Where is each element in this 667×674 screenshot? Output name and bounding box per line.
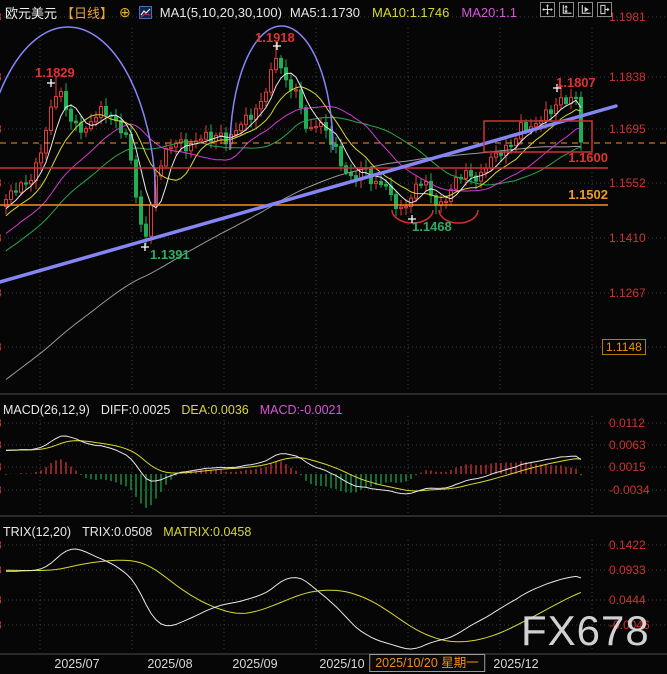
pan-icon[interactable]	[540, 2, 555, 17]
resistance-level-label: 1.1600	[568, 150, 608, 165]
price-label-high-2: 1.1918	[255, 30, 295, 45]
macd-diff-value: DIFF:0.0025	[101, 403, 170, 417]
ma-group-label: MA1(5,10,20,30,100)	[160, 5, 282, 20]
svg-text:8: 8	[0, 593, 2, 607]
x-axis-label: 2025/10	[319, 657, 364, 671]
symbol-title: 欧元美元	[5, 3, 57, 22]
y-axis-label: 0.0015	[609, 460, 646, 474]
price-label-low-1: 1.1391	[150, 247, 190, 262]
ma30-line	[6, 118, 581, 251]
y-axis-label: 0.0933	[609, 563, 646, 577]
macd-legend: MACD(26,12,9) DIFF:0.0025 DEA:0.0036 MAC…	[3, 403, 342, 417]
matrix-line	[6, 560, 581, 642]
svg-text:8: 8	[0, 416, 2, 430]
svg-text:8: 8	[0, 340, 2, 354]
y-axis-label: 0.0444	[609, 593, 646, 607]
svg-text:8: 8	[0, 460, 2, 474]
y-axis-label: 1.1410	[609, 231, 646, 245]
trix-name: TRIX(12,20)	[3, 525, 71, 539]
price-label-high-1: 1.1829	[35, 65, 75, 80]
svg-text:8: 8	[0, 122, 2, 136]
x-axis-label: 2025/09	[232, 657, 277, 671]
cross-marker	[47, 79, 55, 87]
ma20-value: MA20:1.1	[461, 5, 517, 20]
svg-text:8: 8	[0, 176, 2, 190]
price-label-low-2: 1.1468	[412, 219, 452, 234]
trendline	[0, 106, 616, 282]
boxed-axis-label: 1.1148	[602, 339, 646, 355]
chart-toolbar	[540, 2, 612, 17]
axis-scale-icon[interactable]	[559, 2, 574, 17]
x-axis-label: 2025/07	[54, 657, 99, 671]
macd-dea-value: DEA:0.0036	[181, 403, 248, 417]
svg-text:8: 8	[0, 10, 2, 24]
ma10-value: MA10:1.1746	[372, 5, 449, 20]
macd-name: MACD(26,12,9)	[3, 403, 90, 417]
topbar: 欧元美元 【日线】 ⊕ MA1(5,10,20,30,100) MA5:1.17…	[5, 3, 517, 21]
y-axis-label: 1.1838	[609, 70, 646, 84]
goto-latest-icon[interactable]	[578, 2, 593, 17]
trix-legend: TRIX(12,20) TRIX:0.0508 MATRIX:0.0458	[3, 525, 251, 539]
svg-text:8: 8	[0, 618, 2, 632]
macd-layer	[6, 436, 581, 508]
y-axis-label: 0.0063	[609, 438, 646, 452]
watermark: FX678	[521, 607, 650, 655]
trix-layer	[6, 549, 581, 649]
y-axis-label: 1.1552	[609, 176, 646, 190]
svg-text:8: 8	[0, 538, 2, 552]
dea-line	[6, 441, 581, 491]
price-label-high-3: 1.1807	[556, 75, 596, 90]
svg-text:8: 8	[0, 438, 2, 452]
chart-canvas[interactable]: 8 8 8 8 8 8 8 8 8 8 8 8 8 8 8	[0, 0, 667, 674]
trix-value: TRIX:0.0508	[82, 525, 152, 539]
x-axis-label: 2025/12	[493, 657, 538, 671]
macd-macd-value: MACD:-0.0021	[260, 403, 343, 417]
svg-text:8: 8	[0, 70, 2, 84]
left-axis-fragments: 8 8 8 8 8 8 8 8 8 8 8 8 8 8 8	[0, 10, 2, 632]
cross-marker	[141, 243, 149, 251]
ma-lines-layer	[6, 73, 581, 379]
period-label: 【日线】	[61, 3, 113, 22]
expand-icon[interactable]: ⊕	[119, 4, 131, 21]
ellipse-annotation-1	[0, 27, 156, 205]
matrix-value: MATRIX:0.0458	[163, 525, 251, 539]
x-axis-label: 2025/08	[147, 657, 192, 671]
y-axis-label: 0.0112	[609, 416, 645, 430]
y-axis-label: 1.1267	[609, 286, 646, 300]
svg-text:8: 8	[0, 483, 2, 497]
y-axis-label: 0.1422	[609, 538, 646, 552]
y-axis-label: -0.0034	[609, 483, 650, 497]
trix-line	[6, 549, 581, 649]
svg-text:8: 8	[0, 231, 2, 245]
svg-text:8: 8	[0, 286, 2, 300]
exit-icon[interactable]	[597, 2, 612, 17]
crosshair-date-label: 2025/10/20 星期一	[369, 654, 485, 672]
y-axis-label: 1.1695	[609, 122, 646, 136]
support-level-label: 1.1502	[568, 187, 608, 202]
ma100-line	[6, 146, 581, 379]
y-axis-label: 1.1981	[609, 10, 646, 24]
ma5-value: MA5:1.1730	[290, 5, 360, 20]
indicator-chart-icon[interactable]	[139, 6, 152, 19]
svg-text:8: 8	[0, 563, 2, 577]
diff-line	[6, 436, 581, 494]
